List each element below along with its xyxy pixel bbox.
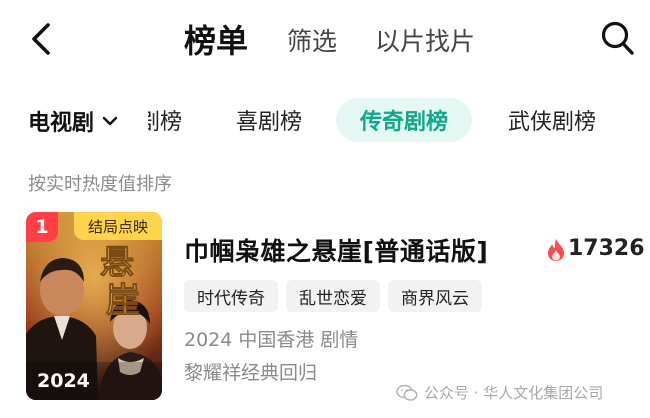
watermark: 公众号 · 华人文化集团公司: [396, 382, 603, 403]
watermark-text: 公众号 · 华人文化集团公司: [424, 384, 604, 402]
subtab-drama-clipped[interactable]: 剧榜: [148, 98, 182, 142]
subtab-legend[interactable]: 传奇剧榜: [336, 98, 473, 142]
back-arrow-icon[interactable]: [26, 22, 56, 56]
tab-search-by-film[interactable]: 以片找片: [375, 22, 475, 58]
wechat-icon: [396, 384, 418, 401]
poster-year: 2024: [37, 370, 90, 392]
ending-screening-badge: 结局点映: [74, 212, 162, 240]
sort-hint: 按实时热度值排序: [28, 174, 172, 195]
tab-filter[interactable]: 筛选: [287, 22, 337, 58]
flame-icon: [546, 238, 566, 262]
subtab-wuxia[interactable]: 武侠剧榜: [508, 98, 596, 142]
heat-value: 17326: [568, 236, 645, 261]
subtab-comedy[interactable]: 喜剧榜: [236, 98, 302, 142]
search-icon[interactable]: [600, 19, 636, 57]
category-dropdown-label: 电视剧: [28, 111, 95, 136]
chevron-down-icon: [102, 116, 118, 126]
meta-info: 2024 中国香港 剧情: [184, 329, 359, 351]
drama-title[interactable]: 巾帼枭雄之悬崖[普通话版]: [184, 232, 488, 268]
category-dropdown[interactable]: 电视剧: [28, 105, 118, 137]
svg-text:悬: 悬: [100, 243, 134, 283]
description: 黎耀祥经典回归: [184, 362, 318, 384]
rank-badge: 1: [26, 212, 58, 242]
tab-ranking[interactable]: 榜单: [184, 16, 248, 62]
tag-wartime-romance[interactable]: 乱世恋爱: [286, 280, 380, 312]
tag-era-legend[interactable]: 时代传奇: [184, 280, 278, 312]
svg-text:崖: 崖: [106, 281, 140, 321]
tag-business[interactable]: 商界风云: [388, 280, 482, 312]
